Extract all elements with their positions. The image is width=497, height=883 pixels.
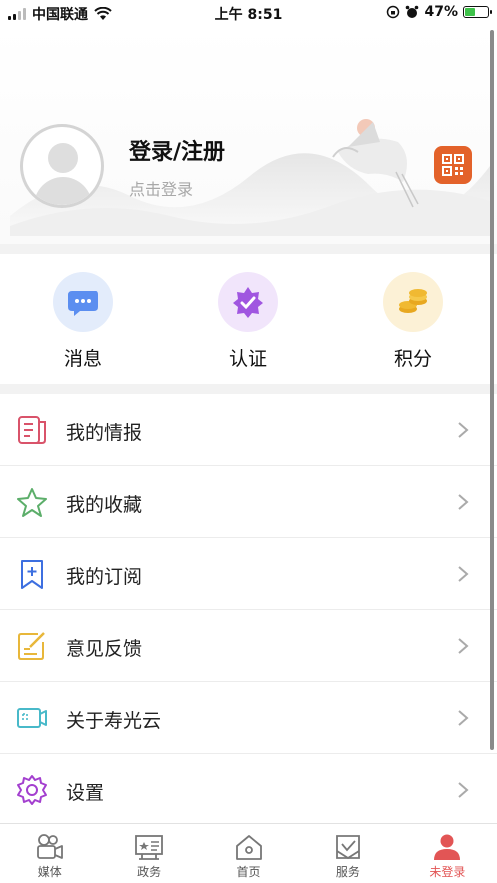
tab-media[interactable]: 媒体: [0, 824, 99, 883]
menu-label: 我的订阅: [66, 566, 143, 588]
section-divider: [0, 384, 497, 394]
tab-government[interactable]: 政务: [99, 824, 198, 883]
menu-label: 关于寿光云: [66, 710, 162, 732]
tab-not-logged-in[interactable]: 未登录: [398, 824, 497, 883]
quick-label-certification: 认证: [228, 348, 267, 370]
qr-code-icon: [442, 154, 464, 176]
menu-item-my-intel[interactable]: 我的情报: [0, 394, 497, 466]
menu-label: 设置: [66, 782, 105, 804]
tab-label: 服务: [335, 865, 360, 879]
status-right: 47%: [386, 4, 492, 20]
quick-item-messages[interactable]: 消息: [33, 272, 133, 371]
chevron-right-icon: [458, 782, 469, 798]
menu-item-settings[interactable]: 设置: [0, 754, 497, 826]
coins-icon: [383, 272, 443, 332]
quick-item-points[interactable]: 积分: [363, 272, 463, 371]
tab-label: 首页: [236, 865, 261, 879]
tab-home[interactable]: 首页: [199, 824, 298, 883]
crane-illustration: [332, 119, 419, 208]
info-card-icon: [17, 708, 47, 728]
newspaper-icon: [18, 416, 46, 444]
battery-icon: [463, 6, 492, 18]
menu-item-about[interactable]: 关于寿光云: [0, 682, 497, 754]
tab-label: 媒体: [37, 865, 62, 879]
menu-label: 我的情报: [66, 422, 143, 444]
home-icon: [235, 835, 262, 860]
service-icon: [336, 835, 360, 860]
chevron-right-icon: [458, 422, 469, 438]
tab-label: 未登录: [429, 865, 466, 879]
user-icon: [434, 834, 461, 860]
orientation-lock-icon: [387, 5, 400, 19]
chevron-right-icon: [458, 638, 469, 654]
menu-label: 我的收藏: [66, 494, 143, 516]
qr-code-button[interactable]: [434, 146, 472, 184]
camera-icon: [36, 834, 63, 859]
chat-bubble-icon: [53, 272, 113, 332]
government-icon: [135, 835, 164, 860]
quick-label-messages: 消息: [63, 348, 102, 370]
bookmark-plus-icon: [21, 560, 43, 589]
section-divider: [0, 244, 497, 254]
scrollbar[interactable]: [490, 30, 494, 750]
tab-label: 政务: [137, 865, 162, 879]
menu-label: 意见反馈: [66, 638, 143, 660]
menu-item-feedback[interactable]: 意见反馈: [0, 610, 497, 682]
battery-percent: 47%: [424, 4, 458, 20]
login-hint[interactable]: 点击登录: [129, 176, 193, 200]
quick-actions: 消息 认证 积分: [0, 254, 497, 384]
badge-check-icon: [218, 272, 278, 332]
edit-note-icon: [18, 632, 45, 660]
avatar[interactable]: [20, 124, 104, 208]
chevron-right-icon: [458, 566, 469, 582]
chevron-right-icon: [458, 494, 469, 510]
chevron-right-icon: [458, 710, 469, 726]
profile-header[interactable]: 登录/注册 点击登录: [0, 26, 497, 244]
quick-item-certification[interactable]: 认证: [198, 272, 298, 371]
alarm-icon: [406, 5, 419, 18]
gear-icon: [17, 775, 47, 805]
star-icon: [17, 488, 47, 517]
tab-services[interactable]: 服务: [298, 824, 397, 883]
login-register-title[interactable]: 登录/注册: [129, 134, 225, 166]
status-bar: 中国联通 上午 8:51 47%: [0, 0, 497, 26]
menu-item-my-favorites[interactable]: 我的收藏: [0, 466, 497, 538]
menu-item-my-subscriptions[interactable]: 我的订阅: [0, 538, 497, 610]
bottom-tab-bar: 媒体 政务 首页 服务 未登录: [0, 823, 497, 883]
menu-list: 我的情报 我的收藏 我的订阅 意见反馈 关于寿光云 设置: [0, 394, 497, 826]
quick-label-points: 积分: [393, 348, 432, 370]
